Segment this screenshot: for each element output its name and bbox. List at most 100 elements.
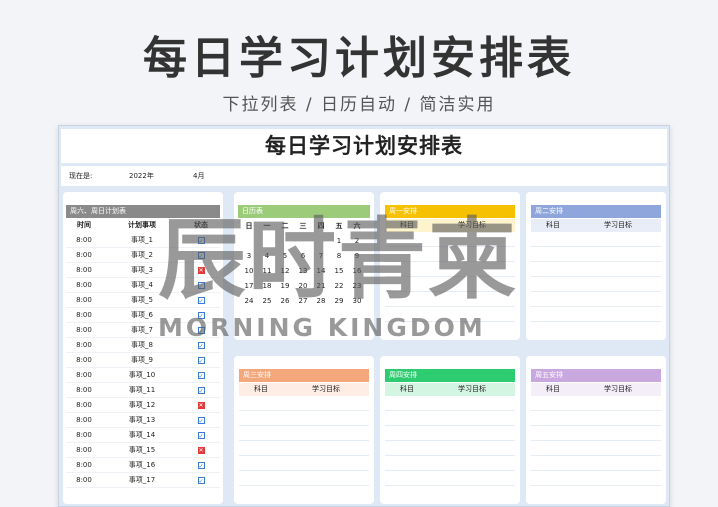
empty-row[interactable] (239, 456, 369, 471)
status-checked-icon[interactable]: ✓ (197, 476, 205, 485)
status-checked-icon[interactable]: ✓ (197, 461, 205, 470)
arrangement-header: 周一安排 (385, 205, 515, 218)
status-checked-icon[interactable]: ✓ (197, 386, 205, 395)
row-item: 事项_14 (128, 431, 156, 439)
status-checked-icon[interactable]: ✓ (197, 416, 205, 425)
calendar-day[interactable]: 23 (348, 279, 366, 294)
hero-subtitle: 下拉列表 / 日历自动 / 简洁实用 (222, 95, 496, 115)
arrangement-columns: 科目 学习目标 (385, 219, 515, 232)
status-unchecked-icon[interactable]: ✕ (197, 446, 205, 454)
col-subject: 科目 (400, 385, 414, 393)
calendar-day[interactable]: 25 (258, 294, 276, 309)
calendar-day[interactable]: 13 (294, 264, 312, 279)
empty-row[interactable] (385, 307, 515, 322)
calendar-day (312, 234, 330, 249)
calendar-day[interactable]: 20 (294, 279, 312, 294)
empty-row[interactable] (531, 292, 661, 307)
calendar-day[interactable]: 2 (348, 234, 366, 249)
status-checked-icon[interactable]: ✓ (197, 296, 205, 305)
calendar-day[interactable]: 24 (240, 294, 258, 309)
empty-row[interactable] (531, 277, 661, 292)
empty-row[interactable] (239, 396, 369, 411)
calendar-day[interactable]: 6 (294, 249, 312, 264)
row-item: 事项_2 (131, 251, 153, 259)
calendar-day[interactable]: 29 (330, 294, 348, 309)
empty-row[interactable] (531, 247, 661, 262)
row-item: 事项_4 (131, 281, 153, 289)
year-select[interactable]: 2022年 (129, 166, 154, 186)
empty-row[interactable] (385, 396, 515, 411)
empty-row[interactable] (385, 232, 515, 247)
daily-plan-columns: 时间 计划事项 状态 (66, 219, 220, 232)
empty-row[interactable] (531, 441, 661, 456)
calendar-day[interactable]: 4 (258, 249, 276, 264)
empty-row[interactable] (239, 441, 369, 456)
arrangement-header: 周四安排 (385, 369, 515, 382)
status-checked-icon[interactable]: ✓ (197, 311, 205, 320)
calendar-day[interactable]: 27 (294, 294, 312, 309)
col-subject: 科目 (546, 385, 560, 393)
status-unchecked-icon[interactable]: ✕ (197, 266, 205, 274)
row-item: 事项_11 (128, 386, 156, 394)
calendar-day[interactable]: 19 (276, 279, 294, 294)
calendar-day[interactable]: 21 (312, 279, 330, 294)
empty-row[interactable] (531, 307, 661, 322)
table-row: 8:00 事项_9 ✓ (66, 353, 220, 368)
calendar-day[interactable]: 28 (312, 294, 330, 309)
status-checked-icon[interactable]: ✓ (197, 341, 205, 350)
calendar-day[interactable]: 22 (330, 279, 348, 294)
empty-row[interactable] (239, 426, 369, 441)
calendar-day[interactable]: 30 (348, 294, 366, 309)
row-time: 8:00 (76, 281, 92, 289)
calendar-day[interactable]: 16 (348, 264, 366, 279)
calendar-day[interactable]: 1 (330, 234, 348, 249)
month-select[interactable]: 4月 (193, 166, 204, 186)
empty-row[interactable] (531, 471, 661, 486)
arrangement-columns: 科目 学习目标 (531, 219, 661, 232)
calendar-day[interactable]: 14 (312, 264, 330, 279)
calendar-day[interactable]: 12 (276, 264, 294, 279)
empty-row[interactable] (239, 471, 369, 486)
empty-row[interactable] (531, 456, 661, 471)
empty-row[interactable] (385, 471, 515, 486)
empty-row[interactable] (385, 456, 515, 471)
empty-row[interactable] (385, 426, 515, 441)
calendar-day[interactable]: 10 (240, 264, 258, 279)
status-checked-icon[interactable]: ✓ (197, 251, 205, 260)
empty-row[interactable] (385, 292, 515, 307)
empty-row[interactable] (239, 411, 369, 426)
row-item: 事项_9 (131, 356, 153, 364)
calendar-day[interactable]: 18 (258, 279, 276, 294)
calendar-day[interactable]: 9 (348, 249, 366, 264)
empty-row[interactable] (385, 247, 515, 262)
status-checked-icon[interactable]: ✓ (197, 326, 205, 335)
calendar-day[interactable]: 3 (240, 249, 258, 264)
arrangement-panel: 周一安排 科目 学习目标 (380, 192, 520, 340)
status-checked-icon[interactable]: ✓ (197, 281, 205, 290)
empty-row[interactable] (531, 232, 661, 247)
empty-row[interactable] (531, 396, 661, 411)
empty-row[interactable] (385, 411, 515, 426)
calendar-day[interactable]: 5 (276, 249, 294, 264)
calendar-day[interactable]: 8 (330, 249, 348, 264)
status-unchecked-icon[interactable]: ✕ (197, 401, 205, 409)
row-status: ✓ (182, 293, 220, 307)
empty-row[interactable] (385, 262, 515, 277)
empty-row[interactable] (385, 441, 515, 456)
hero-title: 每日学习计划安排表 (143, 33, 575, 84)
empty-row[interactable] (531, 426, 661, 441)
calendar-day[interactable]: 11 (258, 264, 276, 279)
arrangement-panel: 周二安排 科目 学习目标 (526, 192, 666, 340)
calendar-day[interactable]: 26 (276, 294, 294, 309)
calendar-day[interactable]: 17 (240, 279, 258, 294)
row-item: 事项_1 (131, 236, 153, 244)
status-checked-icon[interactable]: ✓ (197, 371, 205, 380)
empty-row[interactable] (531, 411, 661, 426)
empty-row[interactable] (531, 262, 661, 277)
empty-row[interactable] (385, 277, 515, 292)
status-checked-icon[interactable]: ✓ (197, 356, 205, 365)
status-checked-icon[interactable]: ✓ (197, 236, 205, 245)
status-checked-icon[interactable]: ✓ (197, 431, 205, 440)
calendar-day[interactable]: 7 (312, 249, 330, 264)
calendar-day[interactable]: 15 (330, 264, 348, 279)
